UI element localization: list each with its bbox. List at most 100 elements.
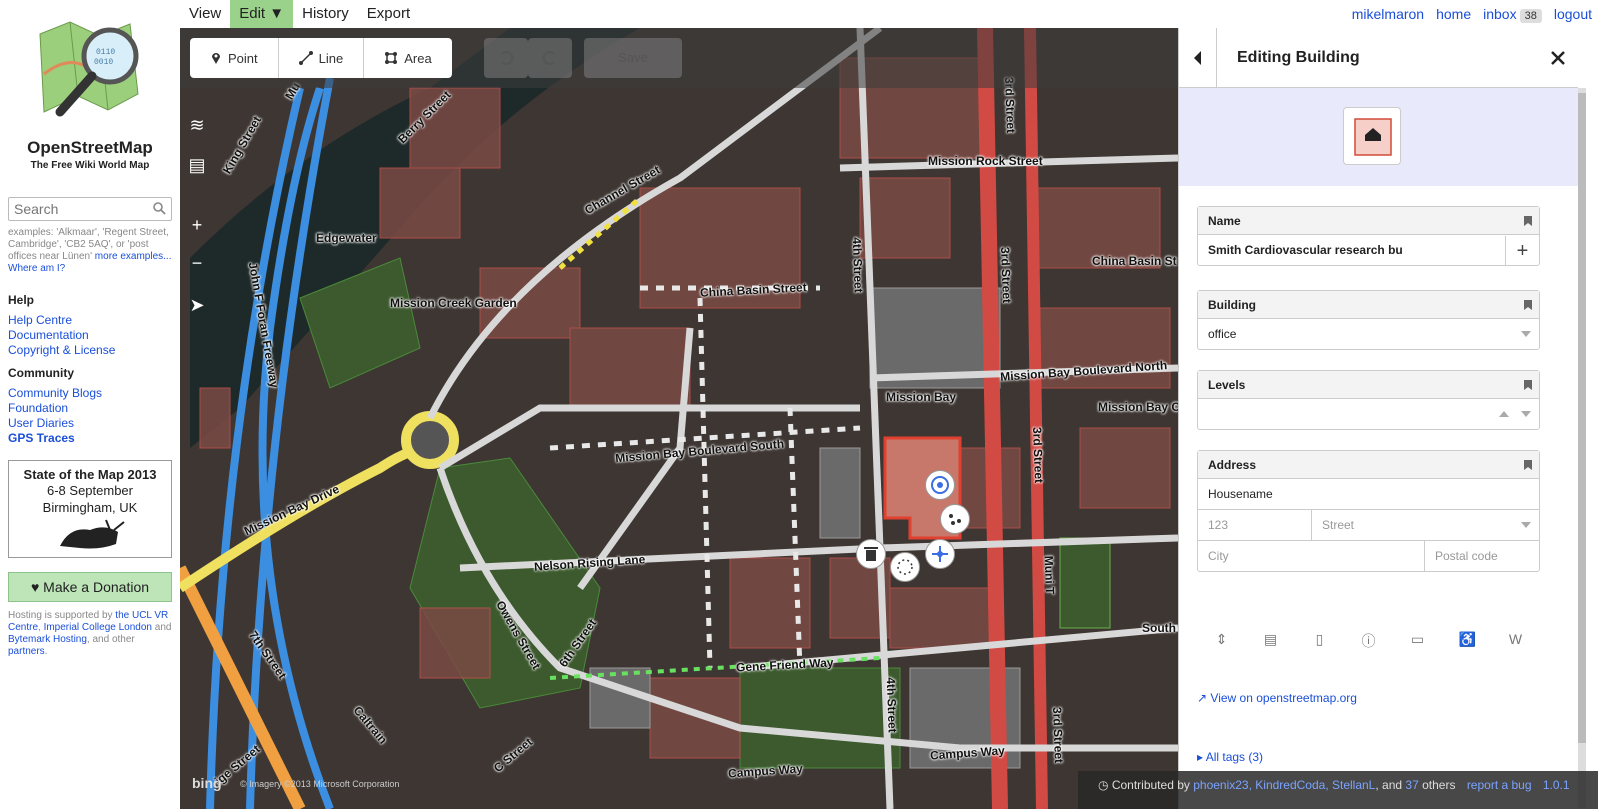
map-canvas[interactable]: Mission Rock Street China Basin Street C… — [180, 28, 1178, 809]
bytemark-link[interactable]: Bytemark Hosting — [8, 634, 87, 645]
community-links: Community Blogs Foundation User Diaries … — [8, 386, 172, 446]
user-diaries-link[interactable]: User Diaries — [8, 416, 172, 431]
note-icon[interactable]: ▤ — [1263, 631, 1279, 647]
community-blogs-link[interactable]: Community Blogs — [8, 386, 172, 401]
area-icon — [385, 52, 398, 64]
imagery-attribution: © Imagery ©2013 Microsoft Corporation — [240, 779, 400, 789]
city-input[interactable]: City — [1198, 541, 1425, 571]
decrement-icon[interactable] — [1521, 411, 1531, 417]
tab-export[interactable]: Export — [358, 0, 419, 28]
inspector-panel: Editing Building Name Smith Cardiovascul… — [1178, 28, 1578, 809]
report-bug-link[interactable]: report a bug — [1467, 778, 1532, 792]
save-button[interactable]: Save — [584, 38, 682, 78]
name-input[interactable]: Smith Cardiovascular research bu — [1198, 235, 1539, 265]
info-icon: ◷ — [1098, 778, 1109, 792]
search-icon[interactable] — [153, 202, 166, 215]
partners-link[interactable]: partners — [8, 646, 45, 657]
website-icon[interactable]: ▭ — [1410, 631, 1426, 647]
target-icon — [931, 476, 949, 494]
bookmark-icon[interactable] — [1523, 459, 1533, 471]
sotm-banner[interactable]: State of the Map 2013 6-8 September Birm… — [8, 460, 172, 558]
brand-tagline: The Free Wiki World Map — [30, 160, 150, 171]
rotate-button[interactable] — [890, 552, 920, 582]
map-label: Mission Bay — [886, 390, 957, 404]
tab-history[interactable]: History — [293, 0, 358, 28]
address-field: Address Housename 123 Street City Postal… — [1197, 450, 1540, 572]
levels-input[interactable] — [1198, 399, 1539, 429]
sotm-date: 6-8 September — [47, 483, 133, 498]
view-on-osm-link[interactable]: ↗ View on openstreetmap.org — [1197, 691, 1357, 705]
add-area-button[interactable]: Area — [364, 38, 451, 78]
search-examples: examples: 'Alkmaar', 'Regent Street, Cam… — [8, 227, 172, 274]
version-link[interactable]: 1.0.1 — [1543, 778, 1570, 792]
bull-logo-icon — [60, 519, 125, 549]
layers-icon[interactable]: ≋ — [186, 114, 208, 136]
map-footer: ◷ Contributed by phoenix23, KindredCoda,… — [1078, 771, 1598, 809]
add-point-button[interactable]: Point — [190, 38, 279, 78]
street-input[interactable]: Street — [1312, 510, 1539, 540]
inspector-scrollbar[interactable] — [1578, 88, 1586, 808]
inbox-link[interactable]: inbox 38 — [1483, 6, 1542, 23]
increment-icon[interactable] — [1499, 411, 1509, 417]
zoom-in-icon[interactable]: + — [186, 214, 208, 236]
bookmark-icon[interactable] — [1523, 299, 1533, 311]
tab-view[interactable]: View — [180, 0, 230, 28]
sotm-place: Birmingham, UK — [42, 500, 138, 515]
delete-button[interactable] — [856, 539, 886, 569]
map-label: China Basin St — [1092, 254, 1177, 268]
imperial-link[interactable]: Imperial College London — [44, 622, 152, 633]
add-line-button[interactable]: Line — [279, 38, 365, 78]
building-icon — [1354, 118, 1392, 156]
gps-traces-link[interactable]: GPS Traces — [8, 431, 172, 446]
wheelchair-icon[interactable]: ♿ — [1459, 631, 1476, 647]
help-centre-link[interactable]: Help Centre — [8, 313, 172, 328]
move-button[interactable] — [925, 539, 955, 569]
wikipedia-icon[interactable]: W — [1508, 631, 1524, 647]
geolocate-icon[interactable]: ➤ — [186, 294, 208, 316]
zoom-out-icon[interactable]: − — [186, 252, 208, 274]
close-icon[interactable] — [1548, 48, 1568, 68]
search-input[interactable] — [9, 198, 171, 220]
help-heading: Help — [8, 293, 35, 307]
undo-button[interactable] — [484, 38, 528, 78]
circularize-button[interactable] — [925, 470, 955, 500]
map-label: South — [1142, 621, 1176, 635]
hosting-info: Hosting is supported by the UCL VR Centr… — [8, 610, 172, 657]
more-examples-link[interactable]: more examples... — [95, 251, 172, 262]
bookmark-icon[interactable] — [1523, 215, 1533, 227]
info-icon[interactable]: ⓘ — [1361, 631, 1377, 649]
inbox-count-badge: 38 — [1519, 8, 1542, 23]
copyright-link[interactable]: Copyright & License — [8, 343, 172, 358]
community-heading: Community — [8, 366, 74, 380]
dots-icon — [949, 514, 961, 525]
preset-button[interactable] — [1343, 107, 1401, 165]
add-localized-name-button[interactable]: + — [1505, 236, 1539, 266]
foundation-link[interactable]: Foundation — [8, 401, 172, 416]
contributor-count-link[interactable]: 37 — [1405, 778, 1418, 792]
preset-back-button[interactable] — [1179, 28, 1217, 88]
elevation-icon[interactable]: ⇕ — [1214, 631, 1230, 647]
documentation-link[interactable]: Documentation — [8, 328, 172, 343]
housename-input[interactable]: Housename — [1198, 479, 1539, 509]
housenumber-input[interactable]: 123 — [1198, 510, 1312, 540]
help-links: Help Centre Documentation Copyright & Li… — [8, 313, 172, 358]
contributors-link[interactable]: phoenix23, KindredCoda, StellanL — [1193, 778, 1375, 792]
osm-logo-icon[interactable]: 0110 0010 — [30, 14, 150, 126]
external-link-icon: ↗ — [1197, 691, 1208, 705]
donation-button[interactable]: ♥ Make a Donation — [8, 572, 172, 602]
logout-link[interactable]: logout — [1554, 6, 1592, 22]
redo-button[interactable] — [528, 38, 572, 78]
point-icon — [212, 53, 220, 64]
phone-icon[interactable]: ▯ — [1312, 631, 1328, 647]
building-select[interactable]: office — [1198, 319, 1539, 349]
orthogonalize-button[interactable] — [940, 504, 970, 534]
home-link[interactable]: home — [1436, 6, 1471, 22]
where-am-i-link[interactable]: Where am I? — [8, 263, 65, 274]
tab-edit[interactable]: Edit ▼ — [230, 0, 294, 28]
map-data-icon[interactable]: ▤ — [186, 154, 208, 176]
all-tags-toggle[interactable]: ▸ All tags (3) — [1197, 750, 1263, 764]
postcode-input[interactable]: Postal code — [1425, 541, 1539, 571]
bookmark-icon[interactable] — [1523, 379, 1533, 391]
map-label: 4th Street — [883, 677, 900, 733]
username-link[interactable]: mikelmaron — [1352, 6, 1424, 22]
